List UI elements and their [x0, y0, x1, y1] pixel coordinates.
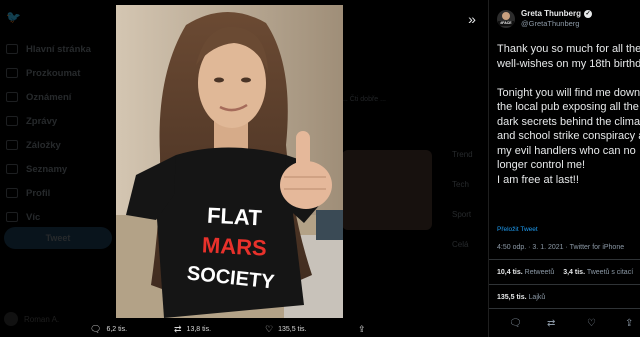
panel-action-bar: 🗨 ⇄ ♡ ⇪: [507, 318, 640, 330]
nav-item-profile: Profil: [6, 181, 91, 205]
background-trends: Trend Tech Sport Celá: [452, 150, 473, 249]
avatar: [4, 312, 18, 326]
nav-item-bookmarks: Záložky: [6, 133, 91, 157]
expand-panel-icon[interactable]: »: [462, 10, 482, 28]
shirt-line-2: MARS: [201, 232, 267, 260]
translate-tweet-link[interactable]: Přeložit Tweet: [497, 226, 538, 233]
tweet-photo[interactable]: FLAT MARS SOCIETY: [116, 5, 343, 318]
like-action[interactable]: ♡ 135,5 tis.: [265, 324, 307, 335]
person-icon: [6, 188, 18, 198]
divider: [489, 308, 640, 309]
bell-icon: [6, 92, 18, 102]
likes-stat[interactable]: 135,5 tis. Lajků: [497, 294, 545, 301]
reply-action[interactable]: 🗨 6,2 tis.: [90, 324, 127, 335]
tweet-timestamp[interactable]: 4:50 odp. · 3. 1. 2021 · Twitter for iPh…: [497, 244, 624, 251]
nav-item-more: Víc: [6, 205, 91, 229]
nav-item-explore: Prozkoumat: [6, 61, 91, 85]
author-handle[interactable]: @GretaThunberg: [521, 19, 592, 28]
nav-item-home: Hlavní stránka: [6, 37, 91, 61]
tweet-text: Thank you so much for all the well-wishe…: [497, 43, 640, 186]
reply-icon: 🗨: [90, 323, 102, 334]
background-feed-text: ... Čti dobře ...: [342, 96, 386, 103]
nav-item-lists: Seznamy: [6, 157, 91, 181]
avatar-badge-text: #FACE: [498, 21, 514, 26]
share-icon[interactable]: ⇪: [625, 318, 633, 329]
nav-item-messages: Zprávy: [6, 109, 91, 133]
tweet-stats: 10,4 tis. Retweetů 3,4 tis. Tweetů s cita…: [497, 269, 640, 276]
avatar[interactable]: #FACE: [497, 10, 515, 28]
retweets-stat[interactable]: 10,4 tis. Retweetů: [497, 269, 554, 276]
retweet-icon[interactable]: ⇄: [547, 318, 555, 329]
retweet-action[interactable]: ⇄ 13,8 tis.: [174, 324, 211, 335]
background-nav: Hlavní stránka Prozkoumat Oznámení Zpráv…: [6, 37, 91, 229]
retweet-icon: ⇄: [174, 323, 182, 334]
home-icon: [6, 44, 18, 54]
background-tweet-button: Tweet: [4, 227, 112, 249]
background-sidebar: 🐦 Hlavní stránka Prozkoumat Oznámení Zpr…: [0, 0, 118, 337]
share-action[interactable]: ⇪: [358, 324, 371, 335]
tweet-panel: #FACE Greta Thunberg ✓ @GretaThunberg Tha…: [488, 0, 640, 337]
list-icon: [6, 164, 18, 174]
shirt-line-1: FLAT: [206, 203, 262, 231]
hashtag-icon: [6, 68, 18, 78]
verified-icon: ✓: [584, 9, 593, 18]
share-icon: ⇪: [358, 323, 366, 334]
background-feed-image: [342, 150, 432, 230]
mail-icon: [6, 116, 18, 126]
divider: [489, 284, 640, 285]
reply-icon[interactable]: 🗨: [509, 318, 522, 329]
bookmark-icon: [6, 140, 18, 150]
more-icon: [6, 212, 18, 222]
tweet-author[interactable]: #FACE Greta Thunberg ✓ @GretaThunberg: [497, 9, 593, 28]
heart-icon[interactable]: ♡: [587, 318, 596, 329]
heart-icon: ♡: [265, 323, 274, 334]
quotes-stat[interactable]: 3,4 tis. Tweetů s citací: [563, 269, 633, 276]
author-display-name[interactable]: Greta Thunberg: [521, 9, 581, 18]
twitter-logo-icon: 🐦: [6, 10, 21, 24]
media-action-bar: 🗨 6,2 tis. ⇄ 13,8 tis. ♡ 135,5 tis. ⇪: [82, 322, 382, 336]
background-user: Roman A.: [4, 312, 59, 326]
nav-item-notifications: Oznámení: [6, 85, 91, 109]
divider: [489, 259, 640, 260]
